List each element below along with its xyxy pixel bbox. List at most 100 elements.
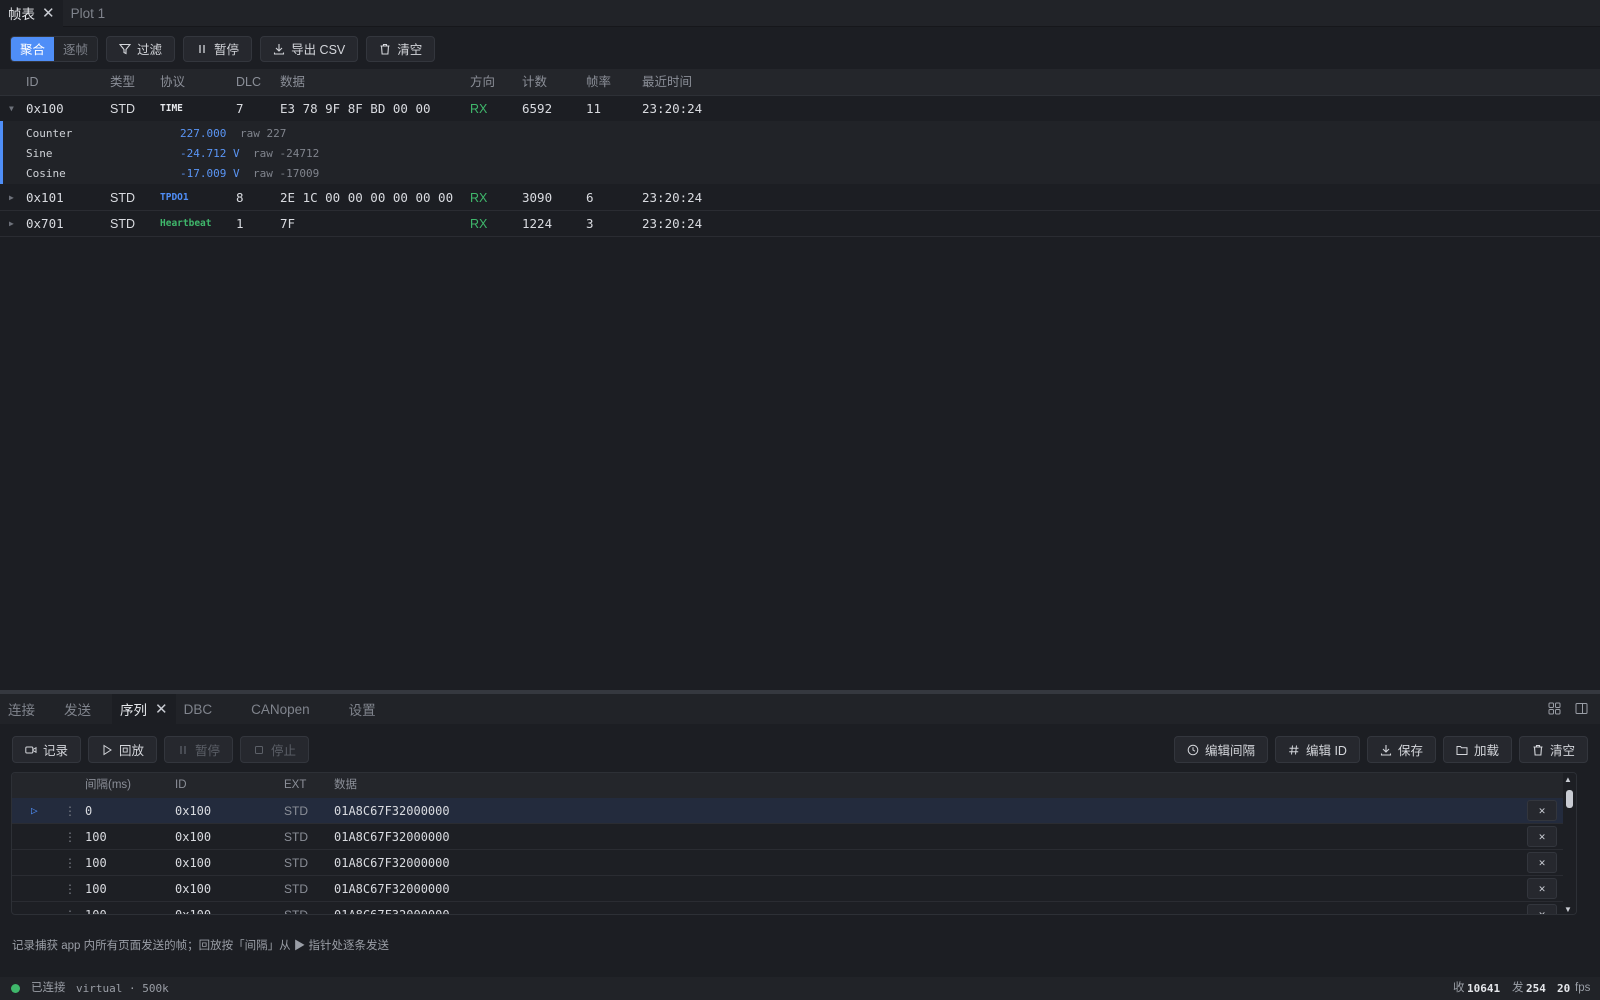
sequence-data[interactable]: 01A8C67F32000000 <box>334 850 450 876</box>
drag-handle-icon[interactable]: ⋮ <box>64 876 76 902</box>
collapse-icon[interactable]: ▼ <box>9 96 14 122</box>
column-header-id: ID <box>175 779 187 791</box>
column-header-count[interactable]: 计数 <box>522 69 547 96</box>
close-icon: ✕ <box>1538 907 1546 915</box>
sequence-table: 间隔(ms) ID EXT 数据 ▷ ⋮ 0 0x100 STD 01A8C67… <box>11 772 1577 915</box>
sequence-row[interactable]: ⋮ 100 0x100 STD 01A8C67F32000000 ✕ <box>12 876 1565 902</box>
tab-dbc[interactable]: DBC <box>176 694 221 724</box>
signal-raw: raw -17009 <box>253 167 320 180</box>
tab-label: 序列 <box>120 703 147 718</box>
filter-button[interactable]: 过滤 <box>106 35 176 62</box>
sequence-row[interactable]: ⋮ 100 0x100 STD 01A8C67F32000000 ✕ <box>12 824 1565 850</box>
hash-icon <box>1289 744 1299 755</box>
tab-plot-1[interactable]: Plot 1 <box>63 0 114 27</box>
export-csv-button[interactable]: 导出 CSV <box>260 35 359 62</box>
close-icon: ✕ <box>1538 829 1546 843</box>
column-header-id[interactable]: ID <box>26 69 39 96</box>
status-bar: 已连接 virtual · 500k 收 10641 发 254 20 fps <box>0 977 1600 1000</box>
column-header-rate[interactable]: 帧率 <box>586 69 611 96</box>
scroll-up-icon[interactable]: ▲ <box>1564 775 1572 784</box>
delete-row-button[interactable]: ✕ <box>1527 852 1557 873</box>
bottom-panel-tab-bar: 连接 发送 序列 ✕ DBC CANopen 设置 <box>0 694 1600 724</box>
column-header-type[interactable]: 类型 <box>110 69 135 96</box>
sequence-scrollbar[interactable]: ▲ ▼ <box>1563 773 1576 914</box>
sequence-id[interactable]: 0x100 <box>175 798 211 824</box>
tab-send[interactable]: 发送 <box>56 694 99 724</box>
frame-row[interactable]: ▶ 0x101 STD TPDO1 8 2E 1C 00 00 00 00 00… <box>0 185 1600 211</box>
column-header-last-time[interactable]: 最近时间 <box>642 69 692 96</box>
drag-handle-icon[interactable]: ⋮ <box>64 824 76 850</box>
delete-row-button[interactable]: ✕ <box>1527 826 1557 847</box>
tab-settings[interactable]: 设置 <box>341 694 384 724</box>
pause-label: 暂停 <box>214 43 240 57</box>
clear-button[interactable]: 清空 <box>366 35 436 62</box>
sequence-data[interactable]: 01A8C67F32000000 <box>334 876 450 902</box>
frame-rate: 6 <box>586 190 594 205</box>
sequence-interval[interactable]: 0 <box>85 798 92 824</box>
export-label: 导出 CSV <box>291 43 346 57</box>
sequence-id[interactable]: 0x100 <box>175 850 211 876</box>
edit-interval-button[interactable]: 编辑间隔 <box>1173 736 1268 763</box>
tab-label: 帧表 <box>8 7 35 22</box>
mode-per-frame-option[interactable]: 逐帧 <box>54 36 98 61</box>
sequence-id[interactable]: 0x100 <box>175 876 211 902</box>
frame-type: STD <box>110 191 135 205</box>
sequence-interval[interactable]: 100 <box>85 876 107 902</box>
expand-icon[interactable]: ▶ <box>9 185 14 211</box>
delete-row-button[interactable]: ✕ <box>1527 904 1557 915</box>
sequence-data[interactable]: 01A8C67F32000000 <box>334 824 450 850</box>
column-header-data[interactable]: 数据 <box>280 69 305 96</box>
drag-handle-icon[interactable]: ⋮ <box>64 798 76 824</box>
close-icon[interactable]: ✕ <box>42 4 55 22</box>
save-button[interactable]: 保存 <box>1366 736 1436 763</box>
tab-frame-table[interactable]: 帧表 ✕ <box>0 0 63 27</box>
drag-handle-icon[interactable]: ⋮ <box>64 850 76 876</box>
sequence-row[interactable]: ⋮ 100 0x100 STD 01A8C67F32000000 ✕ <box>12 850 1565 876</box>
scroll-down-icon[interactable]: ▼ <box>1564 905 1572 914</box>
sequence-clear-button[interactable]: 清空 <box>1518 736 1588 763</box>
sequence-id[interactable]: 0x100 <box>175 902 211 914</box>
load-label: 加载 <box>1473 744 1499 758</box>
sequence-row[interactable]: ⋮ 100 0x100 STD 01A8C67F32000000 ✕ <box>12 902 1565 915</box>
column-header-direction[interactable]: 方向 <box>470 69 495 96</box>
playback-controls: 记录 回放 暂停 停止 <box>12 736 310 763</box>
frame-row[interactable]: ▶ 0x701 STD Heartbeat 1 7F RX 1224 3 23:… <box>0 211 1600 237</box>
frame-row[interactable]: ▼ 0x100 STD TIME 7 E3 78 9F 8F BD 00 00 … <box>0 96 1600 122</box>
sequence-interval[interactable]: 100 <box>85 850 107 876</box>
tab-connection[interactable]: 连接 <box>0 694 43 724</box>
edit-id-button[interactable]: 编辑 ID <box>1274 736 1360 763</box>
scrollbar-thumb[interactable] <box>1566 790 1573 808</box>
delete-row-button[interactable]: ✕ <box>1527 800 1557 821</box>
sequence-row[interactable]: ▷ ⋮ 0 0x100 STD 01A8C67F32000000 ✕ <box>12 798 1565 824</box>
column-header-protocol[interactable]: 协议 <box>160 69 185 96</box>
split-view-icon[interactable] <box>1575 702 1588 715</box>
expand-icon[interactable]: ▶ <box>9 211 14 237</box>
sequence-table-header: 间隔(ms) ID EXT 数据 <box>12 773 1565 798</box>
sequence-pause-button[interactable]: 暂停 <box>164 736 234 763</box>
close-icon[interactable]: ✕ <box>155 700 168 718</box>
delete-row-button[interactable]: ✕ <box>1527 878 1557 899</box>
sequence-hint-text: 记录捕获 app 内所有页面发送的帧；回放按「间隔」从 ▶ 指针处逐条发送 <box>12 940 389 952</box>
grid-layout-icon[interactable] <box>1548 702 1561 715</box>
record-button[interactable]: 记录 <box>12 736 82 763</box>
mode-aggregate-option[interactable]: 聚合 <box>11 36 55 61</box>
frame-dlc: 7 <box>236 101 244 116</box>
sequence-interval[interactable]: 100 <box>85 824 107 850</box>
stop-button[interactable]: 停止 <box>240 736 310 763</box>
tab-canopen[interactable]: CANopen <box>243 694 318 724</box>
connection-status: 已连接 <box>31 982 66 994</box>
pause-button[interactable]: 暂停 <box>183 35 253 62</box>
load-button[interactable]: 加载 <box>1442 736 1512 763</box>
playback-pointer-icon: ▷ <box>31 804 38 817</box>
replay-label: 回放 <box>119 744 145 758</box>
sequence-interval[interactable]: 100 <box>85 902 107 914</box>
tab-sequence[interactable]: 序列 ✕ <box>112 694 176 724</box>
sequence-data[interactable]: 01A8C67F32000000 <box>334 902 450 914</box>
sequence-id[interactable]: 0x100 <box>175 824 211 850</box>
trash-icon <box>380 43 390 55</box>
column-header-dlc[interactable]: DLC <box>236 69 261 96</box>
replay-button[interactable]: 回放 <box>88 736 158 763</box>
stop-icon <box>255 745 264 754</box>
drag-handle-icon[interactable]: ⋮ <box>64 902 76 914</box>
sequence-data[interactable]: 01A8C67F32000000 <box>334 798 450 824</box>
